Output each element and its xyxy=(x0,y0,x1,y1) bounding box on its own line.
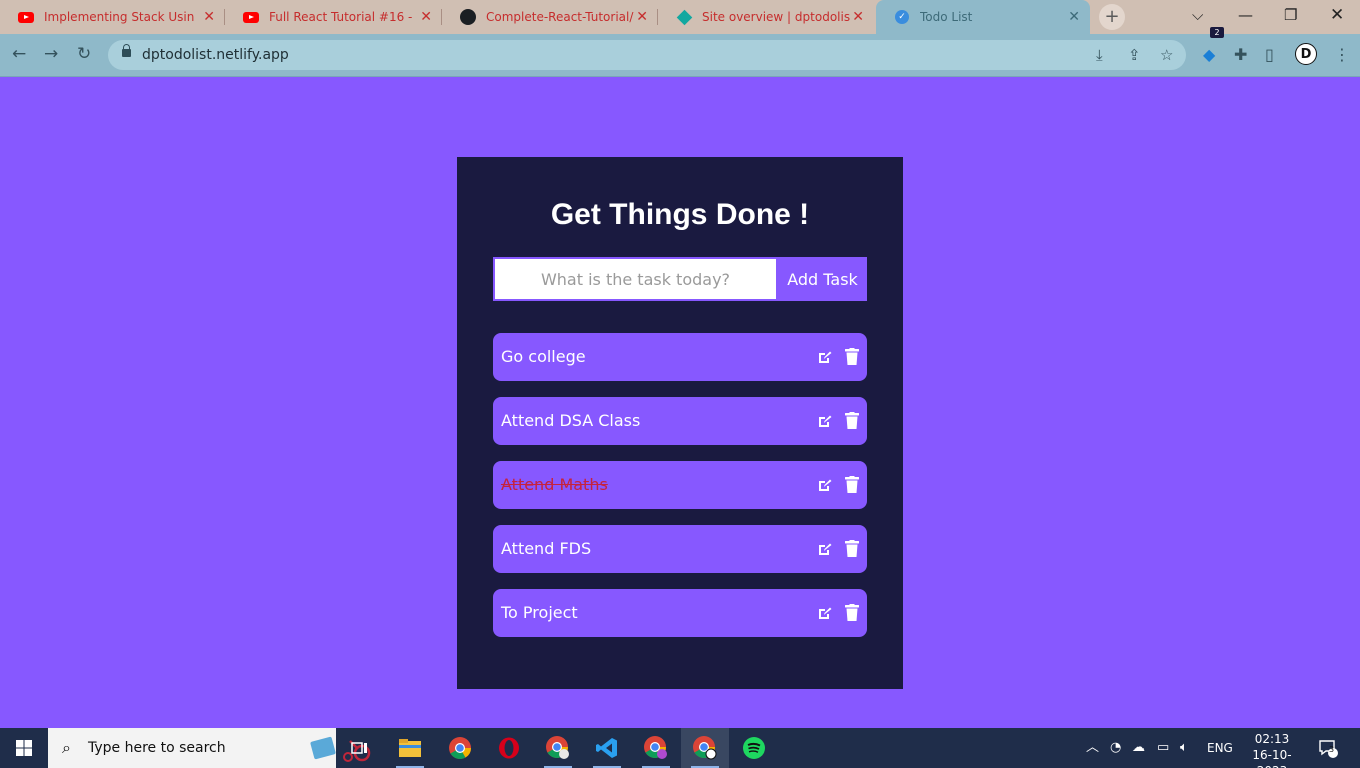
tab-search-chevron-icon[interactable]: ⌵ xyxy=(1192,6,1203,24)
battery-icon[interactable]: ▭ xyxy=(1157,740,1169,756)
forward-arrow-icon[interactable]: → xyxy=(44,44,58,64)
install-app-icon[interactable]: ⤓ xyxy=(1096,46,1103,64)
todo-item: To Project xyxy=(493,589,867,637)
bookmark-star-icon[interactable]: ☆ xyxy=(1160,46,1173,64)
lock-icon xyxy=(122,44,131,57)
browser-tab[interactable]: Implementing Stack Using Array ✕ xyxy=(0,0,225,34)
trash-icon[interactable] xyxy=(845,476,859,493)
github-icon xyxy=(460,9,476,25)
browser-tab[interactable]: Complete-React-Tutorial/docs ✕ xyxy=(442,0,658,34)
tab-title: Site overview | dptodolist | Netlify xyxy=(702,10,850,24)
close-tab-icon[interactable]: ✕ xyxy=(636,9,648,25)
windows-taskbar: ⌕ Type here to search ︿ ◔ ☁ ▭ 🔈︎ ENG 02:… xyxy=(0,728,1360,768)
todo-icon: ✓ xyxy=(894,9,910,25)
toolbar-divider xyxy=(0,76,1360,77)
todo-item-completed: Attend Maths xyxy=(493,461,867,509)
todo-item: Go college xyxy=(493,333,867,381)
notification-count-badge: 3 xyxy=(1329,745,1335,754)
minimize-button[interactable]: — xyxy=(1238,6,1253,24)
clock-time: 02:13 xyxy=(1254,732,1290,746)
tab-title: Implementing Stack Using Array xyxy=(44,10,194,24)
extension-badge: 2 xyxy=(1210,27,1224,38)
tab-title: Complete-React-Tutorial/docs xyxy=(486,10,634,24)
opera-icon[interactable] xyxy=(485,728,533,768)
url-text: dptodolist.netlify.app xyxy=(142,47,289,63)
extensions-puzzle-icon[interactable]: ✚ xyxy=(1234,45,1247,65)
netlify-icon xyxy=(676,9,692,25)
edit-icon[interactable] xyxy=(817,605,833,621)
address-bar[interactable]: dptodolist.netlify.app ⤓ ⇪ ☆ xyxy=(108,40,1186,70)
tab-title: Full React Tutorial #16 - Using State xyxy=(269,10,417,24)
share-icon[interactable]: ⇪ xyxy=(1128,46,1141,64)
edit-icon[interactable] xyxy=(817,541,833,557)
back-arrow-icon[interactable]: ← xyxy=(12,44,26,64)
side-panel-icon[interactable]: ▯ xyxy=(1265,45,1274,65)
search-placeholder: Type here to search xyxy=(88,740,226,756)
browser-toolbar: ← → ↻ dptodolist.netlify.app ⤓ ⇪ ☆ ◆ ✚ ▯… xyxy=(0,34,1360,76)
youtube-icon xyxy=(18,9,34,25)
add-task-button[interactable]: Add Task xyxy=(778,257,867,301)
wifi-icon[interactable]: ◔ xyxy=(1110,740,1121,756)
close-tab-icon[interactable]: ✕ xyxy=(852,9,864,25)
youtube-icon xyxy=(243,9,259,25)
task-input[interactable] xyxy=(493,257,778,301)
file-explorer-icon[interactable] xyxy=(386,728,434,768)
browser-tab[interactable]: Site overview | dptodolist | Netlify ✕ xyxy=(658,0,874,34)
close-tab-icon[interactable]: ✕ xyxy=(203,9,215,25)
edit-icon[interactable] xyxy=(817,477,833,493)
taskbar-search-box[interactable]: ⌕ Type here to search xyxy=(48,728,371,768)
browser-tab-active[interactable]: ✓ Todo List ✕ xyxy=(876,0,1090,34)
todo-item: Attend FDS xyxy=(493,525,867,573)
tab-title: Todo List xyxy=(920,10,973,24)
close-window-button[interactable]: ✕ xyxy=(1330,6,1344,24)
trash-icon[interactable] xyxy=(845,604,859,621)
close-tab-icon[interactable]: ✕ xyxy=(1068,9,1080,25)
show-hidden-icons-chevron-icon[interactable]: ︿ xyxy=(1086,740,1099,756)
todo-text[interactable]: Attend Maths xyxy=(501,475,608,495)
reload-icon[interactable]: ↻ xyxy=(77,44,91,64)
chrome-icon[interactable] xyxy=(436,728,484,768)
new-tab-button[interactable]: + xyxy=(1099,4,1125,30)
edit-icon[interactable] xyxy=(817,413,833,429)
restore-button[interactable]: ❐ xyxy=(1284,6,1297,24)
edit-icon[interactable] xyxy=(817,349,833,365)
vscode-icon[interactable] xyxy=(583,728,631,768)
todo-text[interactable]: Attend FDS xyxy=(501,539,591,559)
extension-icon[interactable]: ◆ xyxy=(1203,45,1215,65)
search-icon: ⌕ xyxy=(62,738,71,757)
todo-item: Attend DSA Class xyxy=(493,397,867,445)
windows-start-icon[interactable] xyxy=(16,740,32,756)
todo-text[interactable]: Attend DSA Class xyxy=(501,411,640,431)
chrome-profile-icon[interactable] xyxy=(681,728,729,768)
onedrive-cloud-icon[interactable]: ☁ xyxy=(1132,740,1145,756)
trash-icon[interactable] xyxy=(845,348,859,365)
profile-avatar[interactable]: D xyxy=(1295,43,1317,65)
menu-kebab-icon[interactable]: ⋮ xyxy=(1334,45,1350,65)
volume-icon[interactable]: 🔈︎ xyxy=(1180,740,1188,756)
trash-icon[interactable] xyxy=(845,412,859,429)
browser-tab[interactable]: Full React Tutorial #16 - Using State ✕ xyxy=(225,0,442,34)
close-tab-icon[interactable]: ✕ xyxy=(420,9,432,25)
page-title: Get Things Done ! xyxy=(550,198,810,231)
trash-icon[interactable] xyxy=(845,540,859,557)
language-indicator[interactable]: ENG xyxy=(1207,740,1233,756)
browser-tab-bar: Implementing Stack Using Array ✕ Full Re… xyxy=(0,0,1360,34)
clock-date: 16-10-2023 xyxy=(1252,748,1292,768)
task-view-icon[interactable] xyxy=(336,728,384,768)
todo-text[interactable]: Go college xyxy=(501,347,586,367)
chrome-profile-icon[interactable] xyxy=(632,728,680,768)
spotify-icon[interactable] xyxy=(730,728,778,768)
todo-text[interactable]: To Project xyxy=(501,603,578,623)
clock[interactable]: 02:13 16-10-2023 xyxy=(1240,731,1304,768)
notification-center-icon[interactable] xyxy=(1318,738,1338,758)
chrome-profile-icon[interactable] xyxy=(534,728,582,768)
